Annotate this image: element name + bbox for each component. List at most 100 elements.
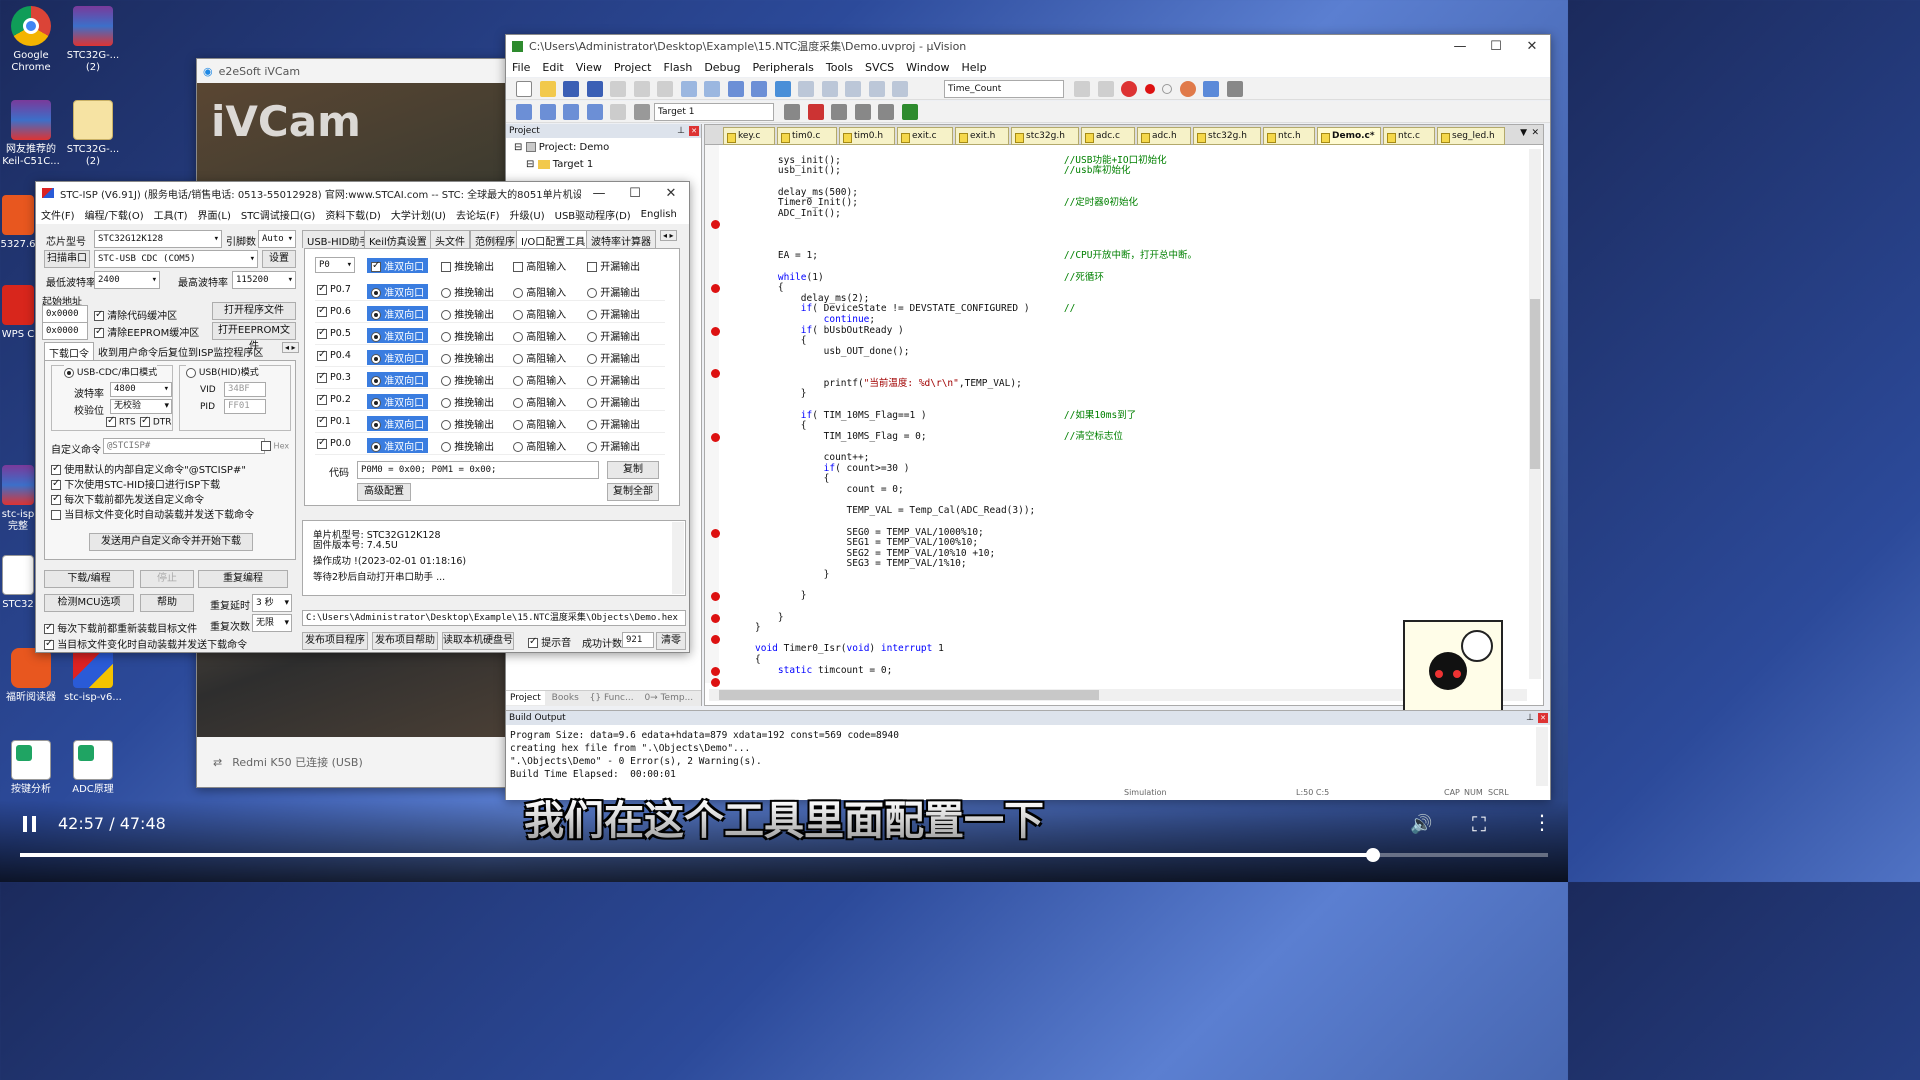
pin-mode-radio[interactable] xyxy=(587,310,597,320)
option-hid-next[interactable]: 下次使用STC-HID接口进行ISP下载 xyxy=(51,476,220,491)
new-file-icon[interactable] xyxy=(516,81,532,97)
progress-handle[interactable] xyxy=(1365,848,1380,862)
option-default-cmd[interactable]: 使用默认的内部自定义命令"@STCISP#" xyxy=(51,461,246,476)
pin-mode-option[interactable]: 推挽输出 xyxy=(441,438,494,453)
pin-mode-option[interactable]: 准双向口 xyxy=(367,438,429,453)
pin-label[interactable]: P0.7 xyxy=(317,283,351,295)
pin-checkbox[interactable] xyxy=(317,371,327,383)
pin-mode-option[interactable]: 开漏输出 xyxy=(587,328,640,343)
stc-menu-item[interactable]: STC调试接口(G) xyxy=(236,207,320,222)
uvision-titlebar[interactable]: C:\Users\Administrator\Desktop\Example\1… xyxy=(506,35,1550,57)
col-header-checkbox[interactable] xyxy=(513,262,523,272)
pin-mode-radio[interactable] xyxy=(371,354,381,364)
ivcam-titlebar[interactable]: ◉ e2eSoft iVCam xyxy=(197,59,507,83)
close-icon[interactable]: ✕ xyxy=(653,186,689,201)
pin-mode-radio[interactable] xyxy=(513,376,523,386)
menu-item-peripherals[interactable]: Peripherals xyxy=(747,61,820,74)
select-packs-icon[interactable] xyxy=(878,104,894,120)
copy-all-button[interactable]: 复制全部 xyxy=(607,483,659,501)
target-options-icon[interactable] xyxy=(784,104,800,120)
functions-tab[interactable]: {} Func... xyxy=(586,691,638,705)
baud-select[interactable]: 4800 ▾ xyxy=(110,382,172,397)
editor-tab[interactable]: stc32g.h xyxy=(1193,127,1261,145)
auto-send-checkbox[interactable] xyxy=(44,638,54,650)
pin-mode-radio[interactable] xyxy=(371,420,381,430)
pin-mode-option[interactable]: 高阻输入 xyxy=(513,306,566,321)
open-eeprom-button[interactable]: 打开EEPROM文件 xyxy=(212,322,296,352)
hid-mode-option[interactable]: USB(HID)模式 xyxy=(186,365,259,378)
beep-option[interactable]: 提示音 xyxy=(528,634,571,649)
pin-mode-option[interactable]: 准双向口 xyxy=(367,416,429,431)
debug-icon[interactable] xyxy=(1121,81,1137,97)
bookmark-icon[interactable] xyxy=(774,81,791,97)
auto-send-option[interactable]: 当目标文件变化时自动装载并发送下载命令 xyxy=(44,636,247,651)
cut-icon[interactable] xyxy=(610,81,626,97)
run-time-env-icon[interactable] xyxy=(901,104,918,120)
pin-mode-option[interactable]: 开漏输出 xyxy=(587,372,640,387)
code-editor[interactable]: 4243 sys_init(); //USB功能+IO口初始化44 usb_in… xyxy=(755,145,1523,683)
stc-menu-item[interactable]: 资料下载(D) xyxy=(320,207,386,222)
col-header-checkbox[interactable] xyxy=(441,262,451,272)
pin-mode-option[interactable]: 推挽输出 xyxy=(441,416,494,431)
port-select[interactable]: STC-USB CDC (COM5) ▾ xyxy=(94,250,258,268)
minimize-icon[interactable]: — xyxy=(1442,39,1478,54)
pin-select[interactable]: Auto ▾ xyxy=(258,230,296,248)
stc-menu-item[interactable]: 编程/下载(O) xyxy=(80,207,149,222)
breakpoint-icon[interactable] xyxy=(711,613,720,623)
pin-label[interactable]: P0.5 xyxy=(317,327,351,339)
help-button[interactable]: 帮助 xyxy=(140,594,194,612)
breakpoint-icon[interactable] xyxy=(711,666,720,676)
pin-mode-option[interactable]: 开漏输出 xyxy=(587,306,640,321)
hex-path-field[interactable]: C:\Users\Administrator\Desktop\Example\1… xyxy=(302,610,686,626)
pin-mode-option[interactable]: 高阻输入 xyxy=(513,372,566,387)
menu-item-debug[interactable]: Debug xyxy=(698,61,746,74)
nav-back-icon[interactable] xyxy=(727,81,744,97)
pin-checkbox[interactable] xyxy=(317,305,327,317)
scroll-thumb[interactable] xyxy=(1530,299,1540,469)
desktop-icon-wps[interactable]: WPS C xyxy=(0,285,36,341)
menu-item-edit[interactable]: Edit xyxy=(536,61,569,74)
download-icon[interactable] xyxy=(633,104,650,120)
pin-mode-option[interactable]: 准双向口 xyxy=(367,328,429,343)
pin-mode-radio[interactable] xyxy=(513,354,523,364)
window-layout-icon[interactable] xyxy=(1203,81,1219,97)
pin-mode-radio[interactable] xyxy=(587,398,597,408)
stop-button[interactable]: 停止 xyxy=(140,570,194,588)
bookmark-prev-icon[interactable] xyxy=(798,81,814,97)
hscroll-thumb[interactable] xyxy=(719,690,1099,700)
pin-checkbox[interactable] xyxy=(317,349,327,361)
pin-mode-option[interactable]: 高阻输入 xyxy=(513,438,566,453)
pin-mode-radio[interactable] xyxy=(441,376,451,386)
editor-tab[interactable]: tim0.c xyxy=(777,127,837,145)
minimize-icon[interactable]: — xyxy=(581,186,617,201)
pin-mode-option[interactable]: 推挽输出 xyxy=(441,328,494,343)
pin-mode-radio[interactable] xyxy=(441,310,451,320)
bookmark-next-icon[interactable] xyxy=(821,81,838,97)
editor-tab[interactable]: adc.h xyxy=(1137,127,1191,145)
stc-menu-item[interactable]: 大学计划(U) xyxy=(386,207,451,222)
editor-tab[interactable]: exit.c xyxy=(897,127,953,145)
publish-help-button[interactable]: 发布项目帮助 xyxy=(372,632,438,650)
log-panel[interactable]: 单片机型号: STC32G12K128 固件版本号: 7.4.5U 操作成功 !(2… xyxy=(302,520,686,596)
col-header-checkbox[interactable] xyxy=(587,262,597,272)
pin-mode-option[interactable]: 高阻输入 xyxy=(513,350,566,365)
option-send-before[interactable]: 每次下载前都先发送自定义命令 xyxy=(51,491,204,506)
desktop-icon-keil-rar[interactable]: 网友推荐的 Keil-C51C... xyxy=(0,100,62,168)
pause-icon[interactable] xyxy=(22,816,38,832)
pin-mode-option[interactable]: 高阻输入 xyxy=(513,328,566,343)
editor-tab[interactable]: ntc.h xyxy=(1263,127,1315,145)
pin-mode-radio[interactable] xyxy=(513,420,523,430)
pin-mode-radio[interactable] xyxy=(371,376,381,386)
breakpoint-icon[interactable] xyxy=(711,433,720,442)
file-extensions-icon[interactable] xyxy=(831,104,847,120)
pin-mode-radio[interactable] xyxy=(513,310,523,320)
volume-icon[interactable]: 🔊 xyxy=(1410,814,1432,835)
publish-program-button[interactable]: 发布项目程序 xyxy=(302,632,368,650)
pin-mode-option[interactable]: 推挽输出 xyxy=(441,350,494,365)
scan-port-button[interactable]: 扫描串口 xyxy=(44,250,90,268)
pack-installer-icon[interactable] xyxy=(854,104,871,120)
project-tree-target[interactable]: ⊟ Target 1 xyxy=(526,159,593,170)
editor-tab[interactable]: exit.h xyxy=(955,127,1009,145)
paste-icon[interactable] xyxy=(657,81,673,97)
clear-eeprom-option[interactable]: 清除EEPROM缓冲区 xyxy=(94,324,199,339)
